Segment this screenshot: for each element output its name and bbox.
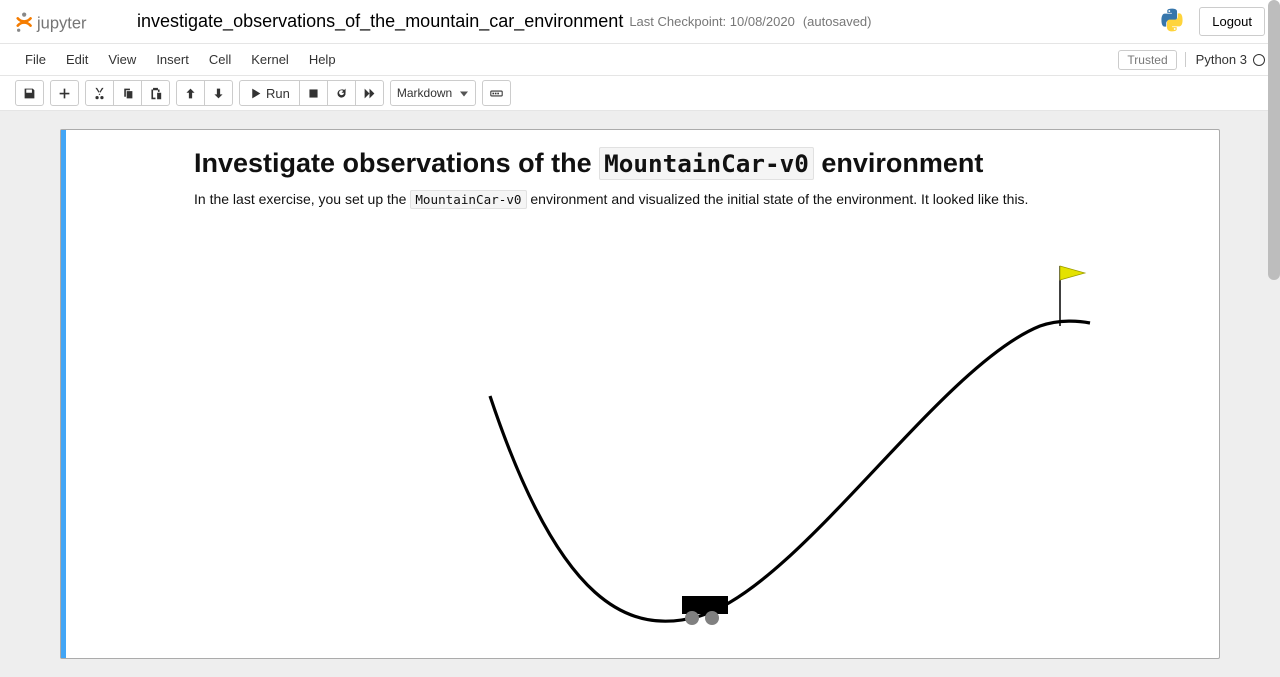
heading-post: environment <box>814 148 984 178</box>
heading-pre: Investigate observations of the <box>194 148 599 178</box>
menu-edit[interactable]: Edit <box>56 46 98 73</box>
celltype-select[interactable]: Markdown <box>390 80 476 106</box>
cell-paragraph: In the last exercise, you set up the Mou… <box>194 189 1205 210</box>
move-down-button[interactable] <box>204 80 233 106</box>
python-icon <box>1159 7 1185 36</box>
trusted-indicator[interactable]: Trusted <box>1118 50 1176 70</box>
menu-kernel[interactable]: Kernel <box>241 46 299 73</box>
clipboard-group <box>85 80 170 106</box>
kernel-name: Python 3 <box>1196 52 1247 67</box>
add-cell-button[interactable] <box>50 80 79 106</box>
command-palette-button[interactable] <box>482 80 511 106</box>
menu-help[interactable]: Help <box>299 46 346 73</box>
para-pre: In the last exercise, you set up the <box>194 191 410 207</box>
kernel-status-icon <box>1253 54 1265 66</box>
paste-button[interactable] <box>141 80 170 106</box>
cell-content: Investigate observations of the Mountain… <box>186 134 1219 654</box>
menu-view[interactable]: View <box>98 46 146 73</box>
save-button[interactable] <box>15 80 44 106</box>
celltype-select-wrap: Markdown <box>390 80 476 106</box>
heading-code: MountainCar-v0 <box>599 147 814 180</box>
notebook-area: Investigate observations of the Mountain… <box>0 111 1280 677</box>
kernel-indicator[interactable]: Python 3 <box>1185 52 1265 67</box>
cut-button[interactable] <box>85 80 114 106</box>
move-group <box>176 80 233 106</box>
menu-insert[interactable]: Insert <box>146 46 199 73</box>
cell-heading: Investigate observations of the Mountain… <box>194 148 1205 179</box>
run-button[interactable]: Run <box>239 80 300 106</box>
restart-button[interactable] <box>327 80 356 106</box>
markdown-cell[interactable]: Investigate observations of the Mountain… <box>61 130 1219 658</box>
menu-file[interactable]: File <box>15 46 56 73</box>
interrupt-button[interactable] <box>299 80 328 106</box>
menu-cell[interactable]: Cell <box>199 46 241 73</box>
checkpoint-status: Last Checkpoint: 10/08/2020 <box>629 14 795 29</box>
move-up-button[interactable] <box>176 80 205 106</box>
toolbar: Run Markdown <box>0 76 1280 111</box>
menubar-right: Trusted Python 3 <box>1118 50 1265 70</box>
restart-run-all-button[interactable] <box>355 80 384 106</box>
para-post: environment and visualized the initial s… <box>527 191 1029 207</box>
logout-button[interactable]: Logout <box>1199 7 1265 36</box>
header-right: Logout <box>1159 7 1265 36</box>
svg-text:jupyter: jupyter <box>36 14 87 32</box>
notebook-container: Investigate observations of the Mountain… <box>60 129 1220 659</box>
notebook-name[interactable]: investigate_observations_of_the_mountain… <box>137 11 623 32</box>
header: jupyter investigate_observations_of_the_… <box>0 0 1280 44</box>
run-group: Run <box>239 80 384 106</box>
autosave-status: (autosaved) <box>803 14 872 29</box>
copy-button[interactable] <box>113 80 142 106</box>
para-code: MountainCar-v0 <box>410 190 526 209</box>
run-label: Run <box>266 86 290 101</box>
prompt-area <box>66 134 186 654</box>
jupyter-logo[interactable]: jupyter <box>15 8 125 36</box>
menubar: File Edit View Insert Cell Kernel Help T… <box>0 44 1280 76</box>
mountain-car-render <box>194 226 1205 646</box>
